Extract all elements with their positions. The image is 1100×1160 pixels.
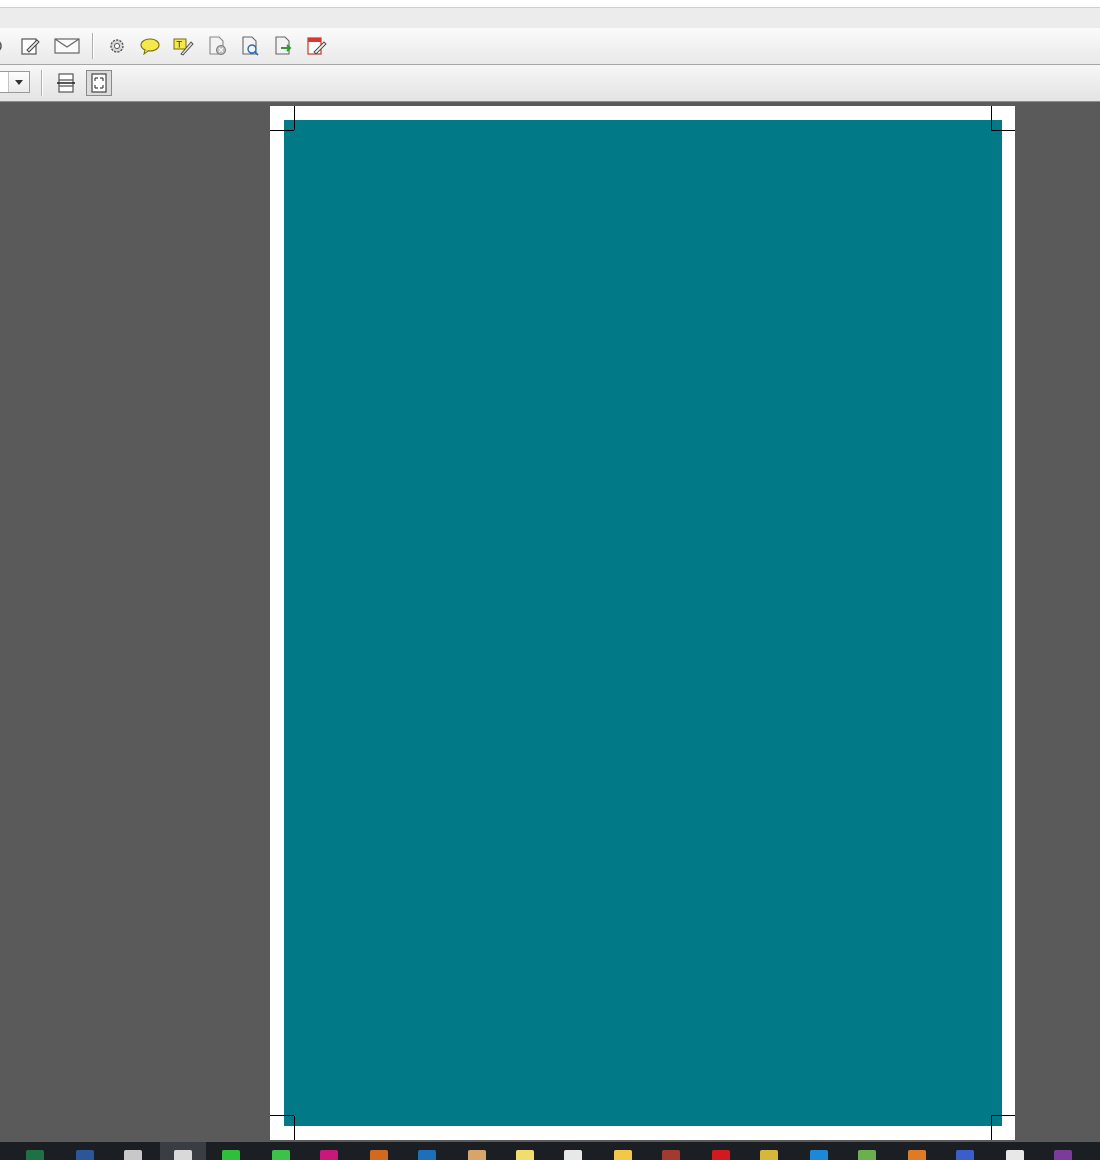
- comment-icon[interactable]: [137, 33, 163, 59]
- crop-mark-top-right-vertical: [991, 106, 992, 130]
- toolbar-separator: [92, 33, 94, 59]
- chevron-down-icon[interactable]: [8, 72, 29, 92]
- settings-gear-icon[interactable]: [104, 33, 130, 59]
- document-page[interactable]: [270, 106, 1015, 1140]
- firefox-app-icon[interactable]: [908, 1150, 926, 1160]
- red-circle-app-icon[interactable]: [712, 1150, 730, 1160]
- acrobat-dc-app-icon[interactable]: [1006, 1150, 1024, 1160]
- paint-app-icon[interactable]: [564, 1150, 582, 1160]
- taskbar: [0, 1142, 1100, 1160]
- green-tool-app-icon[interactable]: [858, 1150, 876, 1160]
- package-app-icon[interactable]: [662, 1150, 680, 1160]
- dreamweaver-app-icon[interactable]: [222, 1150, 240, 1160]
- fit-page-icon[interactable]: [86, 70, 112, 96]
- notepad-app-icon[interactable]: [124, 1150, 142, 1160]
- export-icon[interactable]: [270, 33, 296, 59]
- document-viewer[interactable]: [0, 102, 1100, 1142]
- crop-mark-top-right-horizontal: [991, 130, 1015, 131]
- sign-form-icon[interactable]: [303, 33, 329, 59]
- email-icon[interactable]: [54, 33, 80, 59]
- svg-text:T: T: [176, 41, 183, 51]
- chat-app-icon[interactable]: [272, 1150, 290, 1160]
- crop-mark-bottom-right-vertical: [991, 1116, 992, 1140]
- primary-toolbar: T: [0, 28, 1100, 65]
- sticky-notes-app-icon[interactable]: [516, 1150, 534, 1160]
- file-explorer-app-icon[interactable]: [614, 1150, 632, 1160]
- photoshop-app-icon[interactable]: [418, 1150, 436, 1160]
- blue-doc-app-icon[interactable]: [956, 1150, 974, 1160]
- word-app-icon[interactable]: [76, 1150, 94, 1160]
- secondary-toolbar: [0, 65, 1100, 102]
- window-title-strip: [0, 0, 1100, 29]
- illustrator-app-icon[interactable]: [370, 1150, 388, 1160]
- crop-mark-bottom-right-horizontal: [991, 1115, 1015, 1116]
- crop-mark-bottom-left-vertical: [294, 1116, 295, 1140]
- menu-bar-strip: [0, 7, 1100, 28]
- toolbar-separator: [41, 70, 43, 96]
- info-app-icon[interactable]: [810, 1150, 828, 1160]
- fit-width-icon[interactable]: [53, 70, 79, 96]
- onenote-app-icon[interactable]: [1054, 1150, 1072, 1160]
- acrobat-app-icon[interactable]: [174, 1150, 192, 1160]
- truncated-icon[interactable]: [0, 33, 8, 59]
- crop-mark-bottom-left-horizontal: [270, 1115, 294, 1116]
- excel-app-icon[interactable]: [26, 1150, 44, 1160]
- crop-mark-top-left-vertical: [294, 106, 295, 130]
- zoom-dropdown[interactable]: [0, 71, 30, 93]
- teal-fill-area: [284, 120, 1002, 1126]
- ruler-app-icon[interactable]: [760, 1150, 778, 1160]
- compare-documents-icon[interactable]: [204, 33, 230, 59]
- highlight-text-icon[interactable]: T: [170, 33, 196, 59]
- indesign-app-icon[interactable]: [320, 1150, 338, 1160]
- search-document-icon[interactable]: [237, 33, 263, 59]
- crop-mark-top-left-horizontal: [270, 130, 294, 131]
- viewer-app-icon[interactable]: [468, 1150, 486, 1160]
- edit-icon[interactable]: [17, 33, 43, 59]
